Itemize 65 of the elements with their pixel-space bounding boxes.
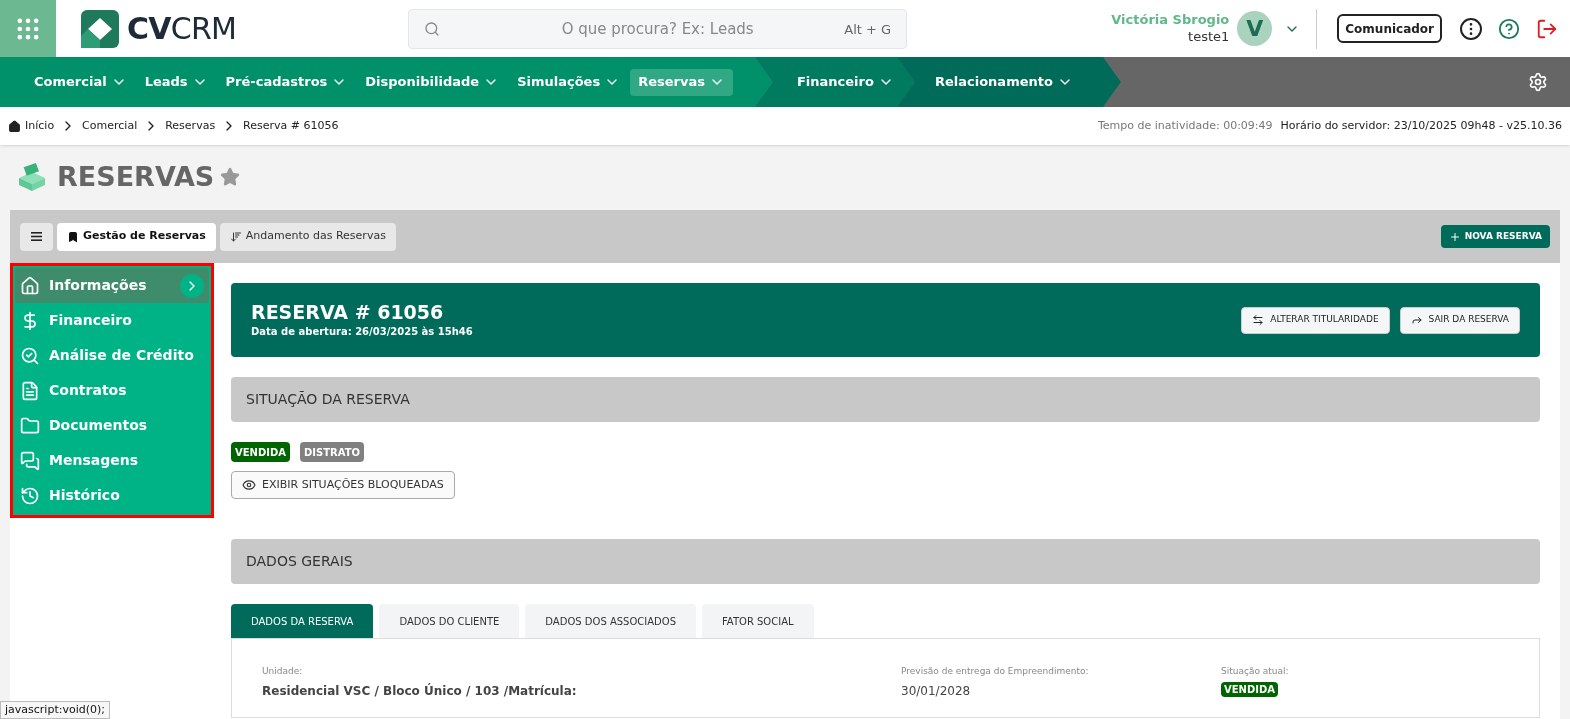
field-label: Previsão de entrega do Empreendimento: <box>901 665 1090 678</box>
favorite-star-icon[interactable] <box>220 167 241 187</box>
menu-toggle-button[interactable] <box>20 222 53 251</box>
logo-icon <box>81 9 119 48</box>
menu-icon <box>31 232 42 241</box>
menu-item[interactable]: Disponibilidade <box>357 68 508 96</box>
status-badge: VENDIDA <box>231 442 290 462</box>
folder-icon <box>20 415 40 436</box>
banner-action-button[interactable]: ALTERAR TITULARIDADE <box>1241 306 1390 334</box>
document-icon <box>20 380 40 401</box>
content-tab[interactable]: DADOS DOS ASSOCIADOS <box>525 604 696 638</box>
shortcut-hint: Alt + G <box>844 20 892 39</box>
field-label: Unidade: <box>262 665 304 678</box>
status-badge: DISTRATO <box>300 442 365 462</box>
history-icon <box>20 485 40 506</box>
field-value: 30/01/2028 <box>901 682 972 700</box>
house-icon <box>20 275 40 296</box>
settings-icon[interactable] <box>1528 72 1548 92</box>
user-login: teste1 <box>1188 28 1230 45</box>
reservation-title: RESERVA # 61056 <box>251 300 445 325</box>
eye-icon <box>242 478 256 492</box>
forward-arrow-icon <box>1410 314 1423 326</box>
breadcrumb-link[interactable]: Comercial <box>82 117 138 135</box>
content-tab[interactable]: DADOS DA RESERVA <box>231 604 374 638</box>
show-blocked-button[interactable]: EXIBIR SITUAÇÕES BLOQUEADAS <box>231 471 455 499</box>
toolbar-tab[interactable]: Andamento das Reservas <box>219 222 396 251</box>
field-label: Situação atual: <box>1221 665 1289 678</box>
page-title: RESERVAS <box>57 159 215 194</box>
content-tab[interactable]: DADOS DO CLIENTE <box>379 604 520 638</box>
status-url-tooltip: javascript:void(0); <box>0 700 110 719</box>
menu-item[interactable]: Comercial <box>26 68 135 96</box>
inactivity-time: Tempo de inatividade: 00:09:49 <box>1098 117 1273 134</box>
breadcrumb-link[interactable]: Início <box>25 117 55 135</box>
user-avatar[interactable]: V <box>1237 11 1273 46</box>
new-reservation-button[interactable]: NOVA RESERVA <box>1440 225 1550 248</box>
breadcrumb-link[interactable]: Reservas <box>165 117 216 135</box>
content-tab[interactable]: FATOR SOCIAL <box>702 604 814 638</box>
status-badge: VENDIDA <box>1221 681 1278 697</box>
logo-wordmark: CVCRM <box>127 10 237 48</box>
logout-icon[interactable] <box>1536 17 1558 40</box>
chat-bubbles-icon <box>20 450 40 471</box>
opening-date: Data de abertura: 26/03/2025 às 15h46 <box>251 325 473 340</box>
search-icon <box>424 20 441 37</box>
help-icon[interactable] <box>1498 17 1520 40</box>
bookmark-icon <box>67 230 79 243</box>
more-options-icon[interactable] <box>1460 17 1482 40</box>
swap-arrows-icon <box>1252 314 1265 326</box>
communicator-button[interactable]: Comunicador <box>1337 14 1442 43</box>
menu-item[interactable]: Pré-cadastros <box>217 68 356 96</box>
house-icon <box>8 119 21 133</box>
section-header: SITUAÇÃO DA RESERVA <box>231 377 1540 422</box>
money-box-icon <box>17 162 47 192</box>
sidebar-item[interactable]: Informações <box>15 268 209 303</box>
menu-item[interactable]: Simulações <box>509 68 629 96</box>
field-value: Residencial VSC / Bloco Único / 103 /Matrícula: <box>262 682 578 700</box>
server-time: Horário do servidor: 23/10/2025 09h48 - v25.10.36 <box>1280 117 1562 134</box>
sort-icon <box>229 230 242 243</box>
toolbar-tab[interactable]: Gestão de Reservas <box>57 222 216 251</box>
menu-item[interactable]: Leads <box>136 68 216 96</box>
section-header: DADOS GERAIS <box>231 539 1540 584</box>
user-name: Victória Sbrogio <box>1111 12 1230 29</box>
banner-action-button[interactable]: SAIR DA RESERVA <box>1399 306 1520 334</box>
menu-item[interactable]: Financeiro <box>788 68 902 96</box>
plus-icon <box>1448 230 1461 243</box>
menu-item[interactable]: Relacionamento <box>926 68 1081 96</box>
